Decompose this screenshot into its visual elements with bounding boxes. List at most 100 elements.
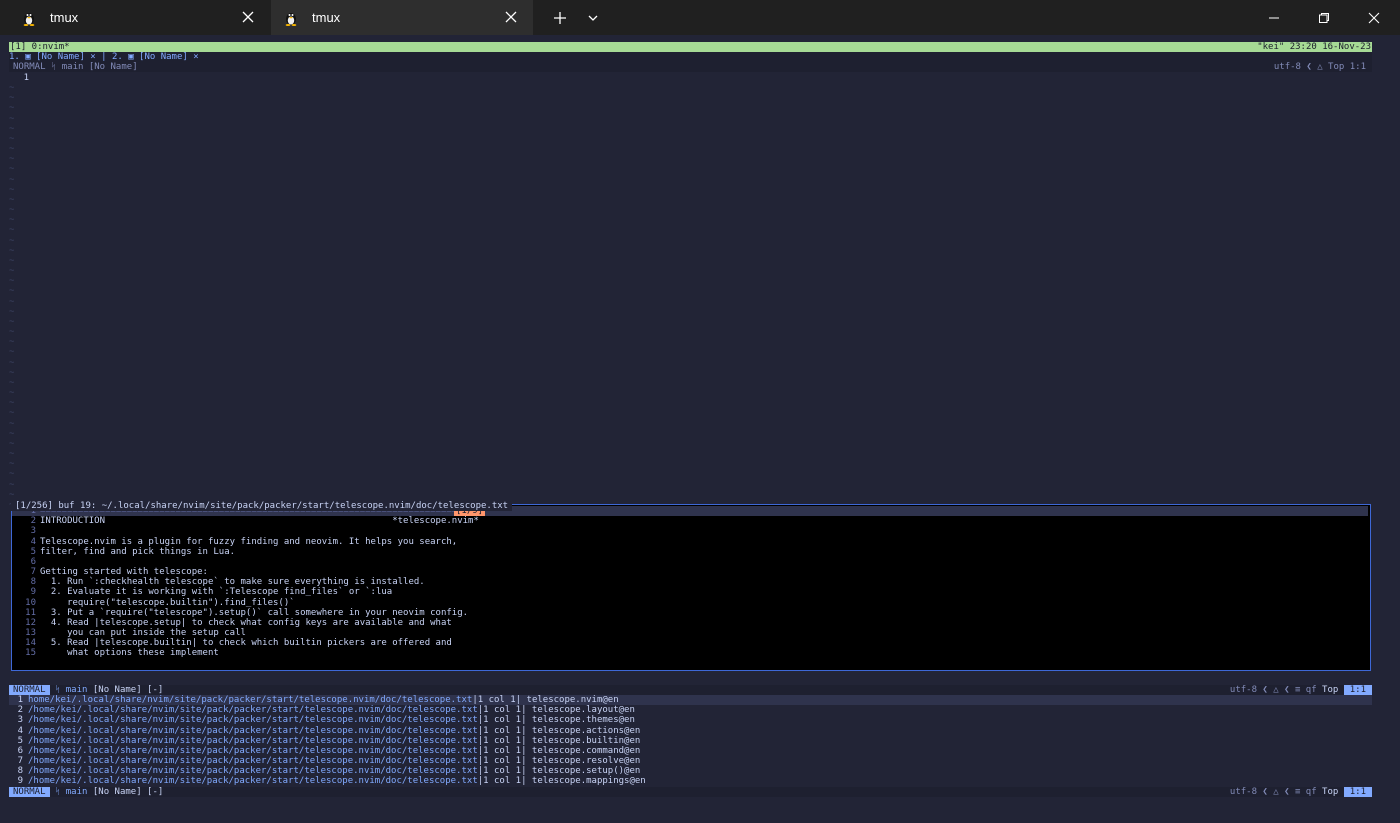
winbar-right: utf-8 ❮ △ Top 1:1	[1273, 62, 1366, 72]
winbar-left: NORMAL ᛋ main [No Name]	[13, 62, 138, 72]
tux-icon	[23, 12, 35, 26]
mode-indicator: NORMAL	[9, 685, 50, 695]
telescope-preview-title: [1/256] buf 19: ~/.local/share/nvim/site…	[11, 501, 513, 511]
float-line: 12 4. Read |telescope.setup| to check wh…	[25, 617, 452, 628]
file-label: [No Name] [-]	[92, 787, 164, 797]
tilde-marker: ~	[9, 428, 15, 439]
tilde-marker: ~	[9, 245, 15, 256]
mode-indicator: NORMAL	[9, 787, 50, 797]
new-tab-button[interactable]	[545, 0, 575, 35]
close-tab-icon[interactable]	[503, 9, 519, 25]
quickfix-row[interactable]: 2/home/kei/.local/share/nvim/site/pack/p…	[9, 705, 635, 715]
nvim-winbar: NORMAL ᛋ main [No Name] utf-8 ❮ △ Top 1:…	[9, 62, 1372, 72]
float-line: 13 you can put inside the setup call	[25, 628, 246, 639]
nvim-tabline[interactable]: 1. ▣ [No Name] × | 2. ▣ [No Name] ×	[9, 52, 1372, 62]
tilde-marker: ~	[9, 286, 15, 297]
chevron-down-icon	[588, 15, 598, 21]
tilde-marker: ~	[9, 377, 15, 388]
tab-dropdown-button[interactable]	[580, 0, 606, 35]
tilde-marker: ~	[9, 306, 15, 317]
tilde-marker: ~	[9, 123, 15, 134]
tilde-marker: ~	[9, 449, 15, 460]
tilde-marker: ~	[9, 266, 15, 277]
branch-label: ᛋ main	[54, 787, 88, 797]
bottom-statusline: NORMAL ᛋ main [No Name] [-] utf-8 ❮ △ ❮ …	[9, 787, 1372, 797]
scroll-indicator: Top	[1322, 787, 1339, 797]
tilde-marker: ~	[9, 469, 15, 480]
tilde-marker: ~	[9, 133, 15, 144]
quickfix-row[interactable]: 1 home/kei/.local/share/nvim/site/pack/pa…	[9, 695, 1372, 705]
tilde-marker: ~	[9, 388, 15, 399]
encoding-info: utf-8 ❮ △ ❮ ≡ qf	[1229, 787, 1317, 797]
tilde-marker: ~	[9, 164, 15, 175]
float-line: 6	[30, 556, 36, 567]
quickfix-row[interactable]: 5/home/kei/.local/share/nvim/site/pack/p…	[9, 736, 641, 746]
plus-icon	[554, 11, 566, 24]
tmux-status-right: "kei" 23:20 16-Nov-23	[1257, 42, 1371, 52]
tilde-marker: ~	[9, 225, 15, 236]
tmux-window-list[interactable]: [1] 0:nvim*	[10, 42, 70, 52]
tilde-marker: ~	[9, 235, 15, 246]
tilde-marker: ~	[9, 83, 15, 93]
float-line: 10 require("telescope.builtin").find_fil…	[25, 597, 295, 608]
cursor-position: 1:1	[1343, 685, 1372, 695]
float-line: 11 3. Put a `require("telescope").setup(…	[25, 607, 469, 618]
line-number: 1	[23, 73, 29, 83]
tilde-marker: ~	[9, 316, 15, 327]
tilde-marker: ~	[9, 154, 15, 165]
tilde-marker: ~	[9, 215, 15, 226]
terminal-area[interactable]: [1] 0:nvim* "kei" 23:20 16-Nov-23 1. ▣ […	[0, 35, 1400, 823]
tilde-marker: ~	[9, 255, 15, 266]
quickfix-row[interactable]: 4/home/kei/.local/share/nvim/site/pack/p…	[9, 726, 641, 736]
close-window-button[interactable]	[1350, 0, 1398, 35]
terminal-tab-1[interactable]: tmux	[0, 0, 270, 35]
tilde-marker: ~	[9, 459, 15, 470]
branch-label: ᛋ main	[54, 685, 88, 695]
window-titlebar: tmux tmux	[0, 0, 1400, 35]
tilde-marker: ~	[9, 357, 15, 368]
quickfix-row[interactable]: 9/home/kei/.local/share/nvim/site/pack/p…	[9, 776, 646, 786]
tilde-marker: ~	[9, 327, 15, 338]
tilde-marker: ~	[9, 489, 15, 500]
tilde-marker: ~	[9, 194, 15, 205]
quickfix-row[interactable]: 6/home/kei/.local/share/nvim/site/pack/p…	[9, 746, 641, 756]
tmux-status-bar: [1] 0:nvim* "kei" 23:20 16-Nov-23	[9, 42, 1372, 52]
float-line: 7 Getting started with telescope:	[30, 567, 208, 578]
scroll-indicator: Top	[1322, 685, 1339, 695]
telescope-preview-window[interactable]: 1 =======================================…	[11, 504, 1371, 671]
tilde-marker: ~	[9, 418, 15, 429]
quickfix-row[interactable]: 3/home/kei/.local/share/nvim/site/pack/p…	[9, 715, 635, 725]
quickfix-row[interactable]: 7/home/kei/.local/share/nvim/site/pack/p…	[9, 756, 641, 766]
float-line: 4 Telescope.nvim is a plugin for fuzzy fi…	[30, 536, 458, 547]
float-line: 5 filter, find and pick things in Lua.	[30, 546, 236, 557]
float-line: 3	[30, 526, 36, 537]
tilde-marker: ~	[9, 174, 15, 185]
tilde-marker: ~	[9, 205, 15, 216]
close-tab-icon[interactable]	[240, 9, 256, 25]
cursor-position: 1:1	[1343, 787, 1372, 797]
quickfix-row[interactable]: 8/home/kei/.local/share/nvim/site/pack/p…	[9, 766, 641, 776]
encoding-info: utf-8 ❮ △ ❮ ≡ qf	[1229, 685, 1317, 695]
tilde-marker: ~	[9, 296, 15, 307]
minimize-icon	[1269, 17, 1279, 18]
tilde-marker: ~	[9, 103, 15, 114]
float-line: 15 what options these implement	[25, 648, 219, 659]
terminal-tab-2[interactable]: tmux	[271, 0, 533, 35]
float-line: 2 INTRODUCTION *telescope.nvim*	[30, 516, 479, 527]
tilde-marker: ~	[9, 408, 15, 419]
tab-title: tmux	[50, 10, 79, 25]
tilde-marker: ~	[9, 347, 15, 358]
tilde-marker: ~	[9, 337, 15, 348]
mid-statusline: NORMAL ᛋ main [No Name] [-] utf-8 ❮ △ ❮ …	[9, 685, 1372, 695]
tilde-marker: ~	[9, 479, 15, 490]
restore-icon	[1319, 12, 1329, 23]
tilde-marker: ~	[9, 113, 15, 124]
float-line: 14 5. Read |telescope.builtin| to check …	[25, 638, 452, 649]
float-line: 9 2. Evaluate it is working with `:Teles…	[30, 587, 393, 598]
minimize-button[interactable]	[1250, 0, 1298, 35]
tilde-marker: ~	[9, 184, 15, 195]
file-label: [No Name] [-]	[92, 685, 164, 695]
maximize-button[interactable]	[1300, 0, 1348, 35]
tilde-marker: ~	[9, 438, 15, 449]
tux-icon	[285, 12, 297, 26]
